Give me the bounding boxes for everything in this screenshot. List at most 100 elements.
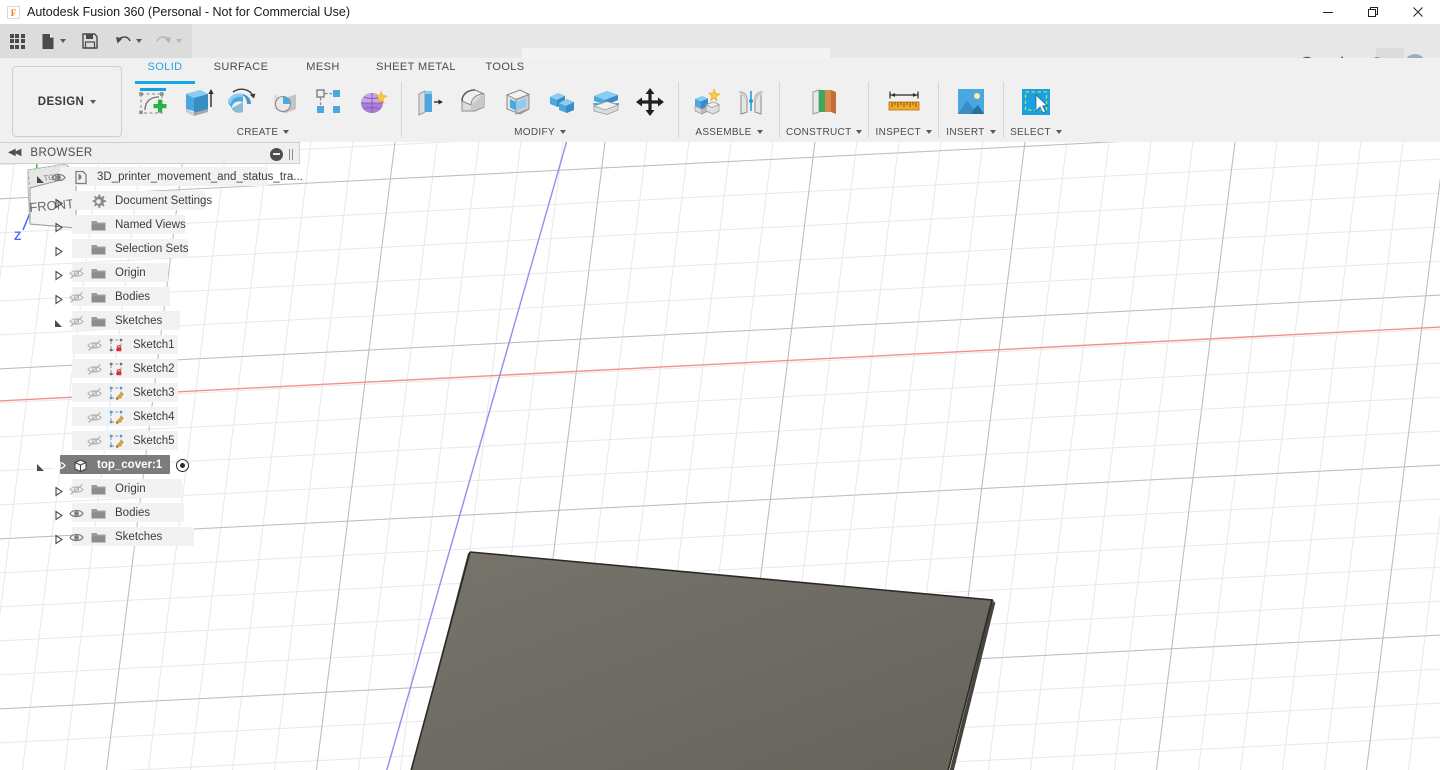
tree-eye-spacer — [69, 242, 84, 257]
ribbon-group-create-title[interactable]: CREATE — [237, 124, 290, 140]
construct-label: CONSTRUCT — [786, 127, 851, 138]
split-face-icon[interactable] — [584, 80, 628, 124]
ribbon-group-assemble: ASSEMBLE — [685, 80, 773, 142]
tree-arrow-expanded-icon[interactable] — [36, 172, 45, 183]
revolve-icon[interactable] — [219, 80, 263, 124]
visibility-eye-hidden-icon[interactable] — [69, 290, 84, 305]
tree-arrow-collapsed-icon[interactable] — [54, 508, 63, 519]
visibility-eye-hidden-icon[interactable] — [87, 410, 102, 425]
app-grid-icon[interactable] — [0, 24, 34, 58]
tab-solid[interactable]: SOLID — [131, 58, 199, 81]
ribbon-group-inspect-title[interactable]: INSPECT — [875, 124, 931, 140]
ribbon-group-select-title[interactable]: SELECT — [1010, 124, 1062, 140]
group-separator — [1003, 82, 1004, 138]
tree-eye-spacer — [69, 218, 84, 233]
tree-row-origin[interactable]: Origin — [0, 477, 302, 501]
combine-icon[interactable] — [540, 80, 584, 124]
new-file-icon[interactable] — [34, 24, 72, 58]
tab-mesh[interactable]: MESH — [283, 58, 363, 81]
tree-row-bodies[interactable]: Bodies — [0, 285, 302, 309]
visibility-eye-hidden-icon[interactable] — [69, 314, 84, 329]
redo-icon[interactable] — [148, 24, 188, 58]
move-copy-icon[interactable] — [628, 80, 672, 124]
tree-row-sketch4[interactable]: Sketch4 — [0, 405, 302, 429]
tree-row-sketch2[interactable]: Sketch2 — [0, 357, 302, 381]
insert-image-icon[interactable] — [945, 80, 997, 124]
ribbon-group-insert: INSERT — [945, 80, 997, 142]
visibility-eye-hidden-icon[interactable] — [87, 386, 102, 401]
tree-arrow-collapsed-icon[interactable] — [54, 244, 63, 255]
pattern-icon[interactable] — [307, 80, 351, 124]
sphere-icon[interactable] — [263, 80, 307, 124]
press-pull-icon[interactable] — [408, 80, 452, 124]
tree-row-named-views[interactable]: Named Views — [0, 213, 302, 237]
visibility-eye-hidden-icon[interactable] — [87, 338, 102, 353]
tree-row-sketch3[interactable]: Sketch3 — [0, 381, 302, 405]
tree-row-top-cover-1[interactable]: top_cover:1 — [0, 453, 302, 477]
tree-arrow-collapsed-icon[interactable] — [54, 196, 63, 207]
select-label: SELECT — [1010, 127, 1051, 138]
close-icon[interactable] — [1395, 0, 1440, 24]
visibility-eye-hidden-icon[interactable] — [87, 362, 102, 377]
ribbon-group-assemble-title[interactable]: ASSEMBLE — [695, 124, 762, 140]
visibility-eye-hidden-icon[interactable] — [87, 434, 102, 449]
ribbon-group-modify-title[interactable]: MODIFY — [514, 124, 566, 140]
visibility-eye-icon[interactable] — [69, 530, 84, 545]
visibility-eye-hidden-icon[interactable] — [69, 266, 84, 281]
visibility-eye-icon[interactable] — [69, 506, 84, 521]
ribbon-group-insert-title[interactable]: INSERT — [946, 124, 995, 140]
tree-arrow-expanded-icon[interactable] — [54, 316, 63, 327]
create-sketch-icon[interactable] — [131, 80, 175, 124]
tab-surface[interactable]: SURFACE — [199, 58, 283, 81]
activate-component-radio[interactable] — [176, 459, 189, 472]
fillet-icon[interactable] — [452, 80, 496, 124]
select-window-icon[interactable] — [1010, 80, 1062, 124]
tree-row-sketch5[interactable]: Sketch5 — [0, 429, 302, 453]
tab-tools[interactable]: TOOLS — [469, 58, 541, 81]
measure-icon[interactable] — [879, 80, 929, 124]
collapse-left-icon[interactable]: ◀◀ — [8, 148, 19, 158]
minus-circle-icon[interactable] — [270, 148, 283, 161]
ribbon-group-create: CREATE — [131, 80, 395, 142]
ribbon-group-construct-title[interactable]: CONSTRUCT — [786, 124, 862, 140]
minimize-icon[interactable] — [1305, 0, 1350, 24]
undo-icon[interactable] — [108, 24, 148, 58]
visibility-eye-hidden-icon[interactable] — [69, 482, 84, 497]
tree-row-3d-printer-movement-and-status-tra[interactable]: 3D_printer_movement_and_status_tra... — [0, 165, 302, 189]
shell-icon[interactable] — [496, 80, 540, 124]
tab-sheet-metal[interactable]: SHEET METAL — [363, 58, 469, 81]
ribbon-tabs: SOLID SURFACE MESH SHEET METAL TOOLS — [131, 58, 541, 78]
tree-arrow-expanded-icon[interactable] — [36, 460, 45, 471]
tree-row-bodies[interactable]: Bodies — [0, 501, 302, 525]
workspace-label: DESIGN — [38, 96, 85, 108]
new-component-icon[interactable] — [685, 80, 729, 124]
tree-row-document-settings[interactable]: Document Settings — [0, 189, 302, 213]
tree-arrow-collapsed-icon[interactable] — [54, 220, 63, 231]
tree-row-label: Selection Sets — [115, 243, 189, 255]
tree-row-sketches[interactable]: Sketches — [0, 525, 302, 549]
folder-icon — [90, 481, 107, 498]
restore-icon[interactable] — [1350, 0, 1395, 24]
tree-row-sketch1[interactable]: Sketch1 — [0, 333, 302, 357]
tree-arrow-spacer — [72, 340, 81, 351]
tree-row-sketches[interactable]: Sketches — [0, 309, 302, 333]
tree-arrow-collapsed-icon[interactable] — [54, 292, 63, 303]
form-icon[interactable] — [351, 80, 395, 124]
tree-row-origin[interactable]: Origin — [0, 261, 302, 285]
tree-row-selection-sets[interactable]: Selection Sets — [0, 237, 302, 261]
panel-grip-icon[interactable] — [289, 149, 293, 160]
visibility-eye-icon[interactable] — [51, 170, 66, 185]
joint-icon[interactable] — [729, 80, 773, 124]
tree-arrow-collapsed-icon[interactable] — [54, 532, 63, 543]
construction-plane-icon[interactable] — [798, 80, 850, 124]
tree-arrow-collapsed-icon[interactable] — [54, 484, 63, 495]
create-label: CREATE — [237, 127, 279, 138]
tree-arrow-collapsed-icon[interactable] — [54, 268, 63, 279]
extrude-icon[interactable] — [175, 80, 219, 124]
visibility-eye-icon[interactable] — [51, 458, 66, 473]
ribbon-group-construct: CONSTRUCT — [786, 80, 862, 142]
group-separator — [401, 82, 402, 138]
save-icon[interactable] — [72, 24, 108, 58]
folder-icon — [90, 529, 107, 546]
workspace-switcher[interactable]: DESIGN — [12, 66, 122, 137]
